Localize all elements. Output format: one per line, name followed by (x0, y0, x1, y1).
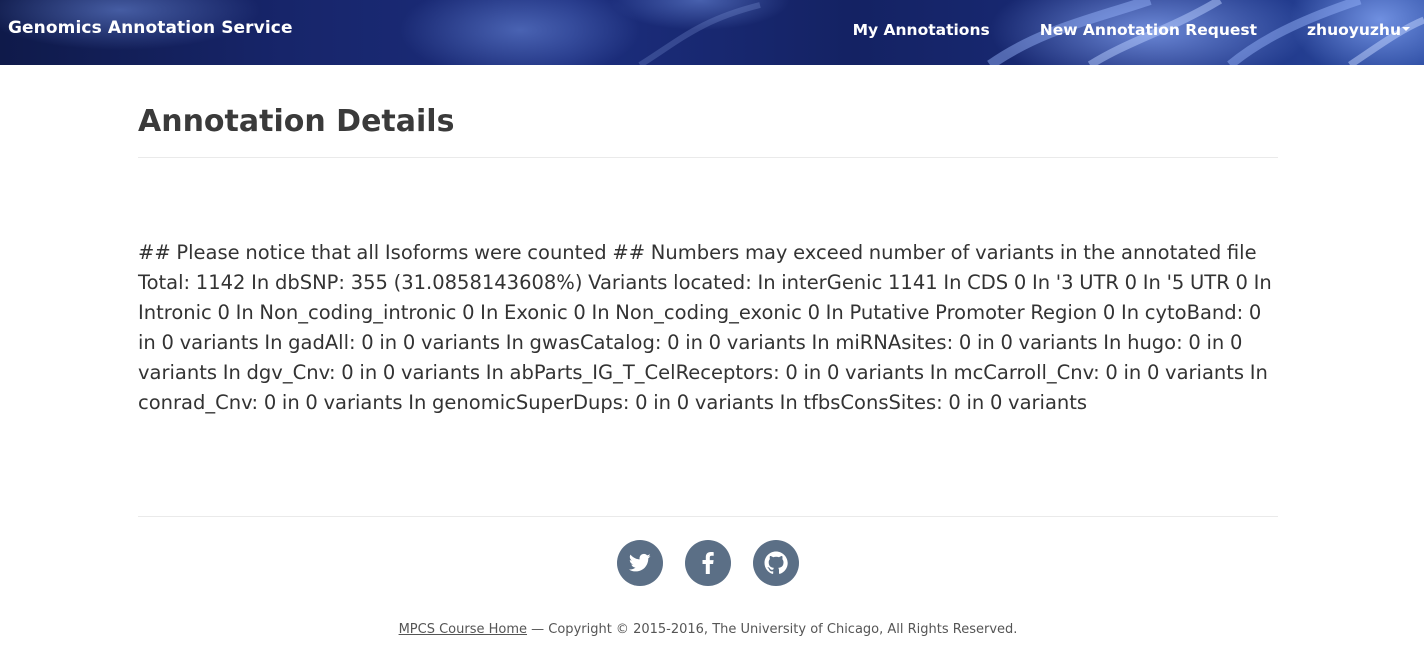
nav-links: My Annotations New Annotation Request zh… (853, 0, 1424, 65)
facebook-button[interactable] (685, 540, 731, 586)
nav-new-annotation-request[interactable]: New Annotation Request (1040, 21, 1257, 45)
footer-divider (138, 516, 1278, 517)
github-icon (764, 551, 788, 574)
copyright-text: — Copyright © 2015-2016, The University … (527, 622, 1018, 637)
mpcs-course-home-link[interactable]: MPCS Course Home (399, 622, 527, 637)
main-content: Annotation Details ## Please notice that… (138, 65, 1278, 418)
social-links (0, 540, 1416, 586)
caret-down-icon (1402, 26, 1410, 31)
annotation-details-text: ## Please notice that all Isoforms were … (138, 241, 1272, 414)
title-divider (138, 157, 1278, 158)
twitter-button[interactable] (617, 540, 663, 586)
nav-my-annotations[interactable]: My Annotations (853, 21, 990, 45)
twitter-icon (629, 553, 651, 572)
navbar: Genomics Annotation Service My Annotatio… (0, 0, 1424, 65)
footer-copyright: MPCS Course Home — Copyright © 2015-2016… (0, 622, 1416, 637)
page-title: Annotation Details (138, 104, 455, 139)
facebook-icon (702, 552, 714, 574)
brand-link[interactable]: Genomics Annotation Service (8, 18, 293, 38)
user-name: zhuoyuzhu (1307, 20, 1401, 39)
github-button[interactable] (753, 540, 799, 586)
user-menu-dropdown[interactable]: zhuoyuzhu (1307, 21, 1410, 45)
